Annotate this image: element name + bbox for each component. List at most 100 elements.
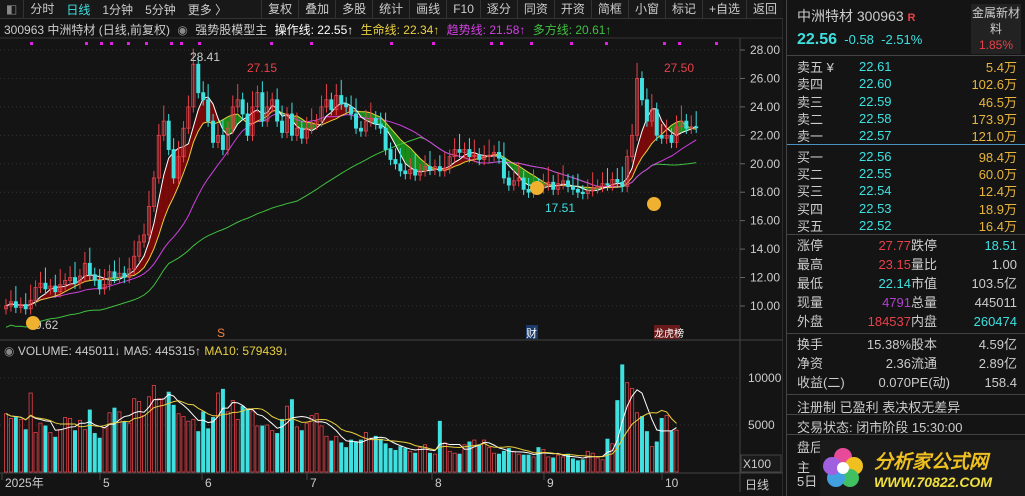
btn-add-watch[interactable]: +自选 bbox=[701, 0, 746, 19]
volume-bar bbox=[580, 459, 585, 473]
bid-row[interactable]: 买二 22.55 60.0万 bbox=[787, 165, 1025, 182]
btn-adjust[interactable]: 复权 bbox=[261, 0, 298, 19]
volume-bar bbox=[265, 424, 270, 473]
volume-bar bbox=[521, 454, 526, 473]
candle bbox=[245, 113, 250, 136]
op-line-value: 操作线: 22.55↑ bbox=[274, 23, 354, 37]
bid-volume: 12.4万 bbox=[978, 184, 1017, 200]
smiley-icon bbox=[647, 197, 661, 211]
btn-tick[interactable]: 逐分 bbox=[479, 0, 517, 19]
btn-draw[interactable]: 画线 bbox=[409, 0, 446, 19]
bid-label: 买五 bbox=[797, 218, 824, 234]
sector-badge[interactable]: 金属新材料 1.85% bbox=[971, 4, 1021, 54]
volume-bar bbox=[654, 441, 659, 473]
ask-row[interactable]: 卖五 ¥ 22.61 5.4万 bbox=[787, 58, 1025, 75]
btn-f10[interactable]: F10 bbox=[446, 0, 480, 19]
btn-tongzi[interactable]: 同资 bbox=[516, 0, 554, 19]
volume-bar bbox=[220, 388, 225, 473]
ask-price: 22.60 bbox=[859, 76, 892, 92]
btn-mini[interactable]: 小窗 bbox=[627, 0, 665, 19]
stat-value: 1.00 bbox=[991, 256, 1017, 272]
volume-bar bbox=[255, 425, 260, 473]
volume-bar bbox=[561, 456, 566, 473]
candle bbox=[467, 149, 472, 158]
last-price: 22.56 bbox=[797, 31, 838, 48]
ask-row[interactable]: 卖二 22.58 173.9万 bbox=[787, 110, 1025, 127]
tab-1min[interactable]: 1分钟 bbox=[96, 1, 139, 18]
tab-daily[interactable]: 日线 bbox=[60, 1, 96, 18]
volume-bar bbox=[319, 425, 324, 473]
stat-value: 4.59亿 bbox=[978, 336, 1017, 352]
btn-back[interactable]: 返回 bbox=[745, 0, 783, 19]
btn-overlay[interactable]: 叠加 bbox=[298, 0, 335, 19]
volume-bar bbox=[344, 447, 349, 473]
bid-row[interactable]: 买三 22.54 12.4万 bbox=[787, 182, 1025, 199]
stat-value: 18.51 bbox=[984, 237, 1017, 253]
volume-bar bbox=[112, 407, 117, 473]
signal-dot bbox=[270, 42, 273, 45]
signal-dot bbox=[180, 42, 183, 45]
btn-kaizi[interactable]: 开资 bbox=[553, 0, 591, 19]
candle bbox=[13, 301, 18, 308]
volume-bar bbox=[477, 444, 482, 473]
candle bbox=[580, 191, 585, 195]
bid-price: 22.53 bbox=[859, 200, 892, 216]
stat-value: 445011 bbox=[974, 294, 1017, 310]
price-tick-label: 22.00 bbox=[750, 128, 780, 142]
panel-toggle-icon[interactable]: ◧ bbox=[0, 2, 23, 16]
ask-row[interactable]: 卖一 22.57 121.0万 bbox=[787, 127, 1025, 144]
volume-bar bbox=[68, 418, 73, 473]
volume-bar bbox=[107, 412, 112, 473]
bid-row[interactable]: 买一 22.56 98.4万 bbox=[787, 147, 1025, 165]
signal-dot bbox=[198, 42, 201, 45]
volume-bar bbox=[669, 431, 674, 473]
bid-row[interactable]: 买四 22.53 18.9万 bbox=[787, 199, 1025, 217]
btn-mark[interactable]: 标记 bbox=[664, 0, 702, 19]
tab-intraday[interactable]: 分时 bbox=[23, 0, 60, 19]
candle bbox=[339, 95, 344, 105]
signal-dot bbox=[145, 42, 148, 45]
stat-value: 184537 bbox=[867, 313, 911, 329]
ask-label: 卖一 bbox=[797, 129, 824, 145]
tab-more[interactable]: 更多 〉 bbox=[182, 1, 233, 18]
tab-5min[interactable]: 5分钟 bbox=[139, 1, 182, 18]
dropdown-icon[interactable]: ◉ bbox=[4, 344, 14, 358]
volume-bar bbox=[275, 433, 280, 473]
signal-dot bbox=[30, 42, 33, 45]
btn-simple[interactable]: 简框 bbox=[590, 0, 628, 19]
kline-chart[interactable]: 28.00 26.00 24.00 22.00 20.00 18.00 16.00 14.00… bbox=[0, 0, 783, 496]
signal-dot bbox=[678, 42, 681, 45]
indicator-header: 300963 中洲特材 (日线,前复权) ◉ 强势股模型主 操作线: 22.55… bbox=[4, 21, 615, 38]
stat-value: 22.14 bbox=[878, 275, 911, 291]
volume-bar bbox=[324, 435, 329, 473]
candle bbox=[344, 103, 349, 108]
volume-bar bbox=[294, 426, 299, 473]
price-tick-label: 26.00 bbox=[750, 71, 780, 85]
ask-label: 卖三 bbox=[797, 94, 824, 110]
model-name[interactable]: 强势股模型主 bbox=[195, 23, 267, 37]
volume-bar bbox=[240, 405, 245, 473]
volume-tick-label: 5000 bbox=[748, 418, 775, 432]
volume-bar bbox=[427, 452, 432, 473]
candle bbox=[437, 166, 442, 172]
tags: 注册制 已盈利 表决权无差异 bbox=[787, 395, 1025, 415]
volume-bar bbox=[383, 443, 388, 473]
price-tick-label: 24.00 bbox=[750, 100, 780, 114]
bid-row[interactable]: 买五 22.52 16.4万 bbox=[787, 217, 1025, 234]
ask-row[interactable]: 卖四 22.60 102.6万 bbox=[787, 75, 1025, 92]
volume-bar bbox=[18, 418, 23, 473]
btn-stats[interactable]: 统计 bbox=[372, 0, 409, 19]
toolbar: ◧ 分时 日线 1分钟 5分钟 更多 〉 复权 叠加 多股 统计 画线 F10 … bbox=[0, 0, 783, 19]
volume-bar bbox=[191, 418, 196, 473]
ask-volume: 121.0万 bbox=[971, 129, 1017, 145]
candle bbox=[299, 127, 304, 139]
volume-bar bbox=[526, 454, 531, 473]
ask-row[interactable]: 卖三 22.59 46.5万 bbox=[787, 93, 1025, 110]
btn-multi[interactable]: 多股 bbox=[335, 0, 372, 19]
volume-bar bbox=[659, 418, 664, 473]
volume-bar bbox=[595, 457, 600, 473]
volume-bar bbox=[649, 446, 654, 473]
dropdown-icon[interactable]: ◉ bbox=[177, 23, 187, 37]
bid-volume: 18.9万 bbox=[978, 201, 1017, 217]
candle bbox=[196, 63, 201, 94]
